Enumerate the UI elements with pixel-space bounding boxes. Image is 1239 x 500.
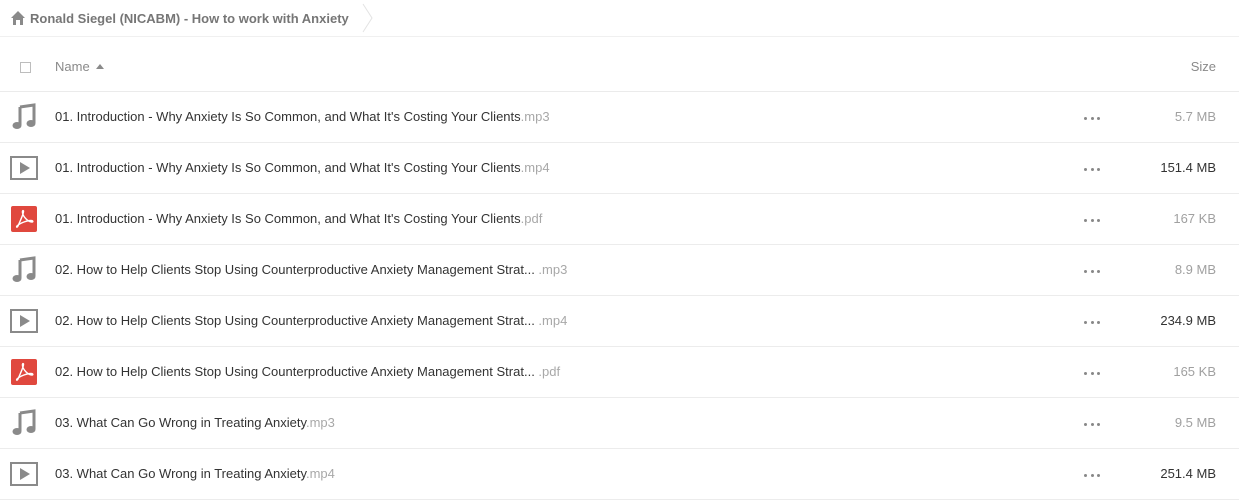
file-size: 234.9 MB [1160,313,1216,328]
file-row[interactable]: 01. Introduction - Why Anxiety Is So Com… [0,194,1239,245]
more-options-icon[interactable] [1084,216,1100,224]
file-list: 01. Introduction - Why Anxiety Is So Com… [0,92,1239,500]
file-row[interactable]: 02. How to Help Clients Stop Using Count… [0,296,1239,347]
file-extension: .pdf [534,364,561,379]
file-size: 151.4 MB [1160,160,1216,175]
file-name[interactable]: 02. How to Help Clients Stop Using Count… [55,262,567,277]
file-name[interactable]: 01. Introduction - Why Anxiety Is So Com… [55,109,550,124]
file-name[interactable]: 02. How to Help Clients Stop Using Count… [55,364,560,379]
name-column-header[interactable]: Name [55,59,104,74]
file-basename: 02. How to Help Clients Stop Using Count… [55,313,535,328]
file-name[interactable]: 01. Introduction - Why Anxiety Is So Com… [55,160,550,175]
video-icon [10,460,38,488]
more-options-icon[interactable] [1084,318,1100,326]
more-options-icon[interactable] [1084,165,1100,173]
video-icon [10,154,38,182]
file-extension: .mp4 [534,313,568,328]
file-basename: 01. Introduction - Why Anxiety Is So Com… [55,109,521,124]
file-basename: 01. Introduction - Why Anxiety Is So Com… [55,211,521,226]
file-basename: 03. What Can Go Wrong in Treating Anxiet… [55,466,306,481]
file-name[interactable]: 03. What Can Go Wrong in Treating Anxiet… [55,415,335,430]
file-name[interactable]: 02. How to Help Clients Stop Using Count… [55,313,567,328]
file-row[interactable]: 03. What Can Go Wrong in Treating Anxiet… [0,449,1239,500]
pdf-icon [10,205,38,233]
file-extension: .mp4 [520,160,550,175]
file-row[interactable]: 02. How to Help Clients Stop Using Count… [0,347,1239,398]
file-row[interactable]: 03. What Can Go Wrong in Treating Anxiet… [0,398,1239,449]
home-icon[interactable] [10,10,26,26]
file-size: 8.9 MB [1174,262,1216,277]
video-icon [10,307,38,335]
file-extension: .mp4 [305,466,335,481]
sort-ascending-icon [95,64,104,69]
file-size: 165 KB [1173,364,1216,379]
breadcrumb: Ronald Siegel (NICABM) - How to work wit… [0,0,1239,37]
file-extension: .pdf [520,211,543,226]
file-extension: .mp3 [534,262,568,277]
file-basename: 01. Introduction - Why Anxiety Is So Com… [55,160,521,175]
file-name[interactable]: 01. Introduction - Why Anxiety Is So Com… [55,211,542,226]
file-size: 9.5 MB [1174,415,1216,430]
more-options-icon[interactable] [1084,114,1100,122]
file-row[interactable]: 02. How to Help Clients Stop Using Count… [0,245,1239,296]
more-options-icon[interactable] [1084,267,1100,275]
file-list-header: Name Size [0,37,1239,92]
file-name[interactable]: 03. What Can Go Wrong in Treating Anxiet… [55,466,335,481]
file-basename: 02. How to Help Clients Stop Using Count… [55,364,535,379]
more-options-icon[interactable] [1084,420,1100,428]
file-basename: 02. How to Help Clients Stop Using Count… [55,262,535,277]
audio-icon [10,409,38,437]
file-extension: .mp3 [305,415,335,430]
file-size: 5.7 MB [1174,109,1216,124]
file-row[interactable]: 01. Introduction - Why Anxiety Is So Com… [0,92,1239,143]
file-size: 251.4 MB [1160,466,1216,481]
audio-icon [10,103,38,131]
file-basename: 03. What Can Go Wrong in Treating Anxiet… [55,415,306,430]
chevron-right-icon [362,3,373,33]
file-extension: .mp3 [520,109,550,124]
size-column-header[interactable]: Size [1191,59,1216,74]
file-size: 167 KB [1173,211,1216,226]
pdf-icon [10,358,38,386]
select-all-checkbox[interactable] [20,62,31,73]
more-options-icon[interactable] [1084,471,1100,479]
breadcrumb-folder-link[interactable]: Ronald Siegel (NICABM) - How to work wit… [30,11,349,26]
more-options-icon[interactable] [1084,369,1100,377]
file-row[interactable]: 01. Introduction - Why Anxiety Is So Com… [0,143,1239,194]
name-column-label: Name [55,59,90,74]
audio-icon [10,256,38,284]
